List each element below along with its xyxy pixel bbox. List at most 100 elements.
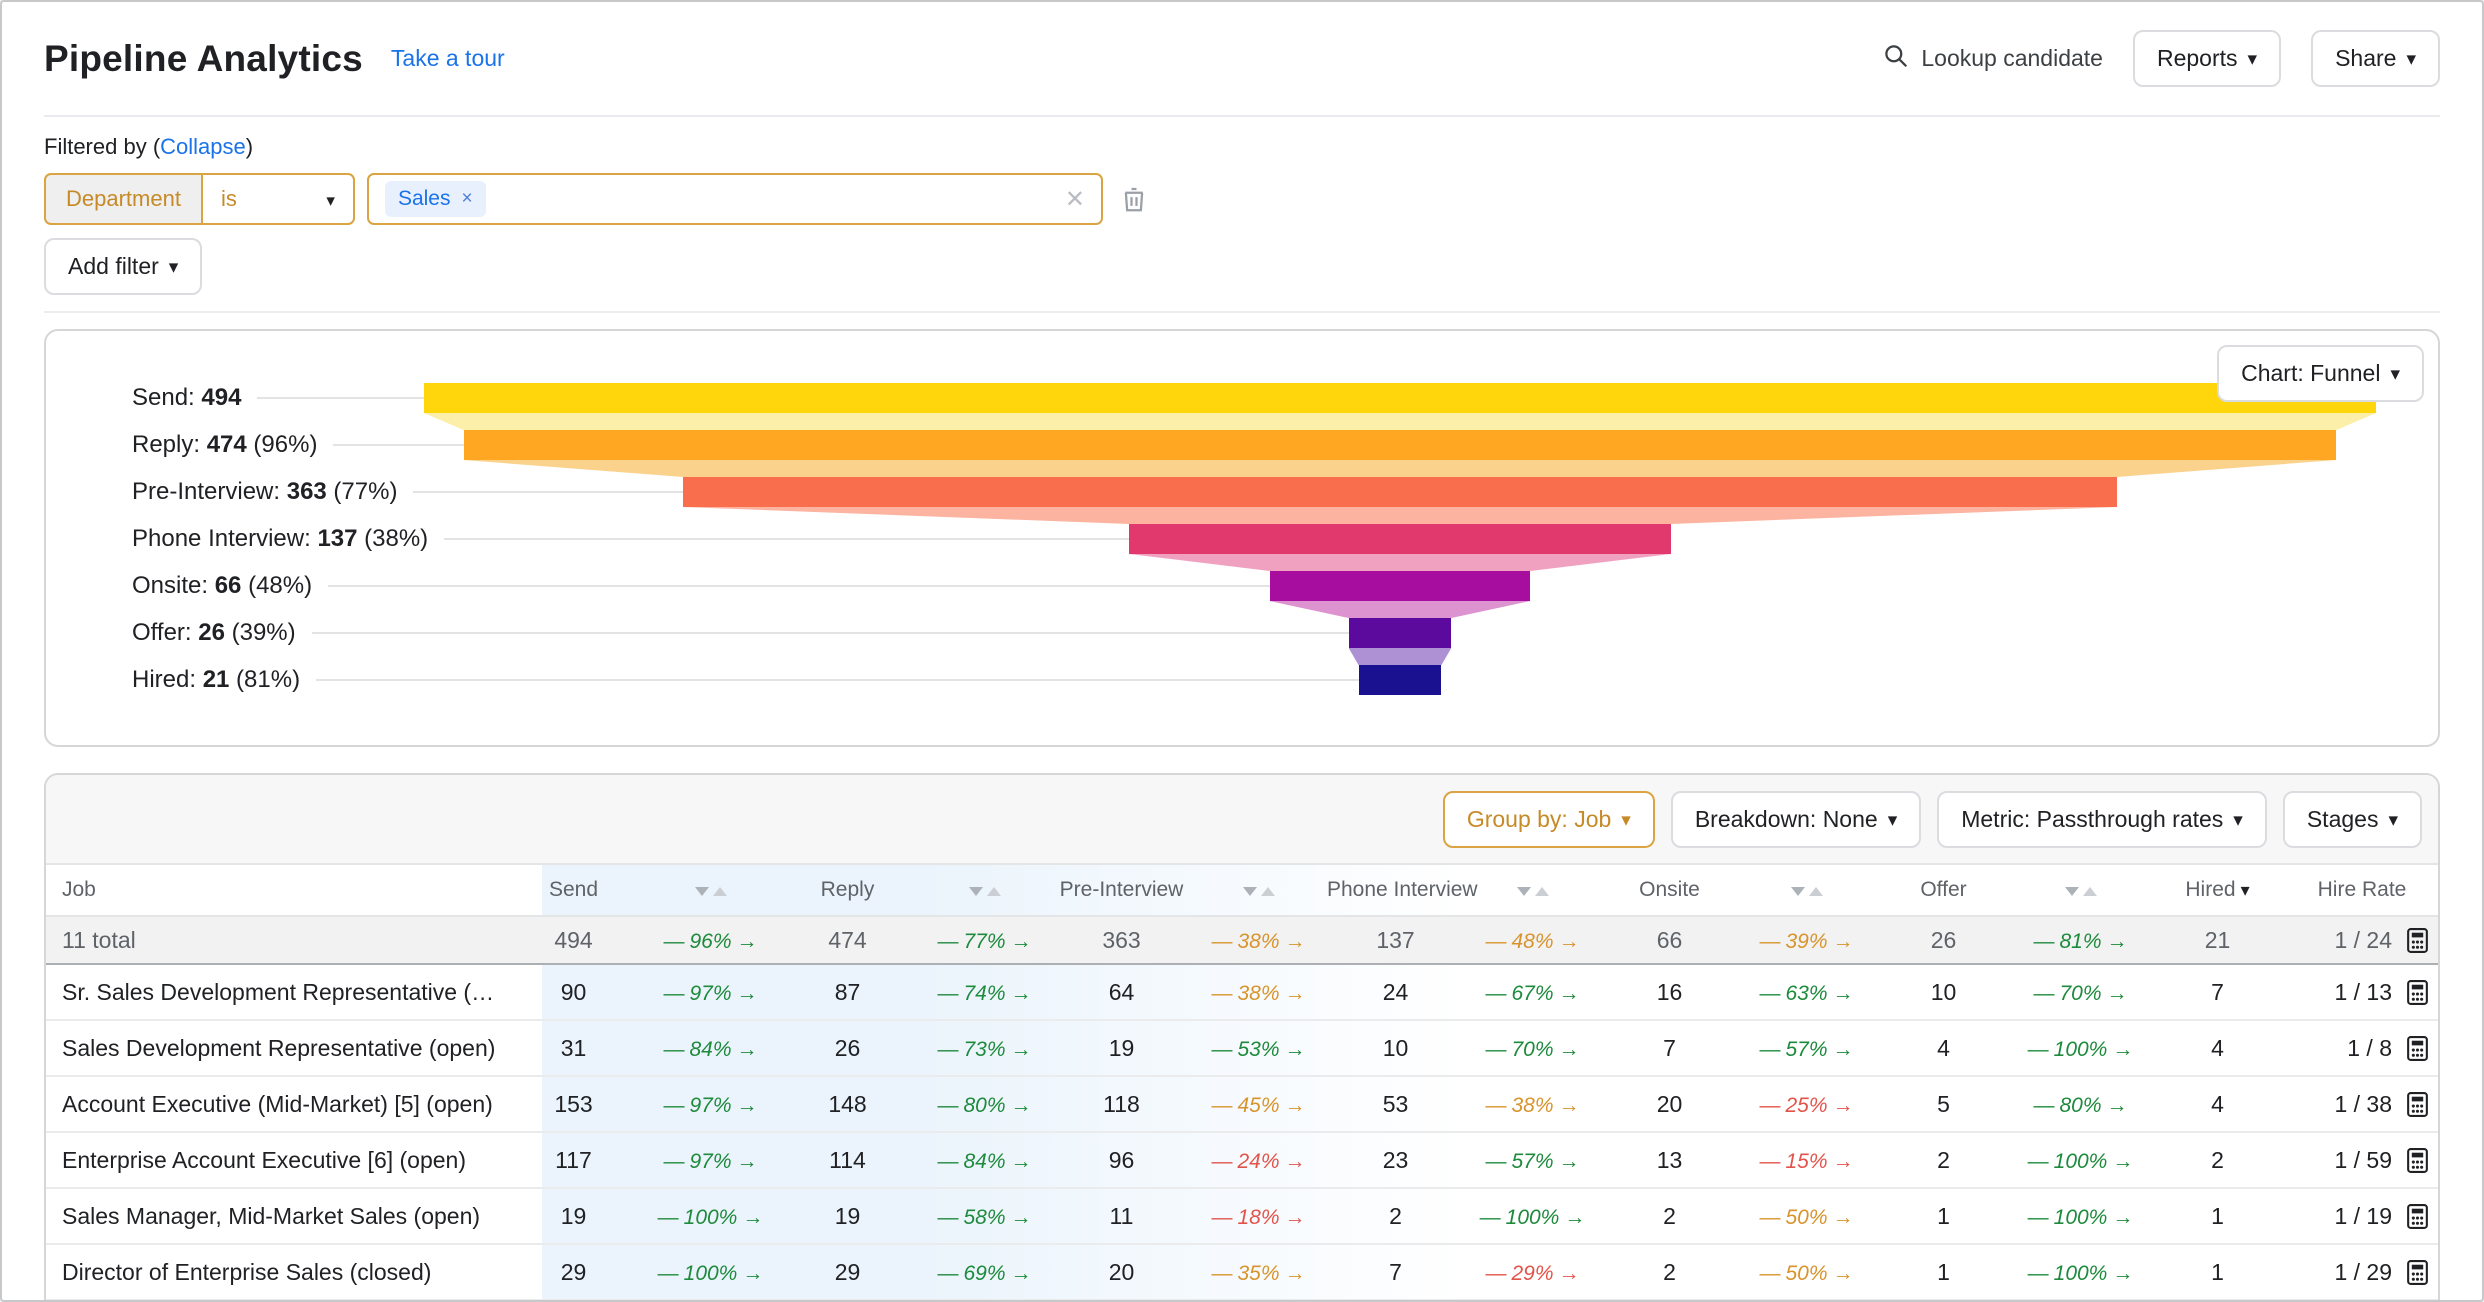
sort-desc-icon bbox=[1791, 887, 1805, 896]
stage-count-cell: 1 bbox=[1875, 1259, 2012, 1286]
job-cell: Sales Development Representative (open) bbox=[46, 1035, 505, 1062]
passthrough-cell: —50%→ bbox=[1738, 1259, 1875, 1286]
passthrough-cell: —45%→ bbox=[1190, 1091, 1327, 1118]
column-header-offer[interactable]: Offer bbox=[1875, 878, 2012, 902]
lookup-candidate-button[interactable]: Lookup candidate bbox=[1882, 42, 2103, 75]
column-header-onsite[interactable]: Onsite bbox=[1601, 878, 1738, 902]
job-cell: Sr. Sales Development Representative (op… bbox=[46, 979, 505, 1006]
funnel-bar-offer[interactable] bbox=[1349, 618, 1452, 648]
stage-count-cell: 19 bbox=[1053, 1035, 1190, 1062]
filter-operator-dropdown[interactable]: is ▾ bbox=[203, 173, 355, 225]
passthrough-cell: —63%→ bbox=[1738, 979, 1875, 1006]
stages-dropdown[interactable]: Stages ▾ bbox=[2283, 791, 2422, 848]
filter-field-selector[interactable]: Department bbox=[44, 173, 203, 225]
leader-line bbox=[328, 585, 1270, 587]
group-by-dropdown[interactable]: Group by: Job ▾ bbox=[1443, 791, 1655, 848]
collapse-link[interactable]: Collapse bbox=[160, 134, 246, 159]
remove-chip-icon[interactable]: × bbox=[461, 188, 472, 210]
calculator-icon[interactable] bbox=[2405, 1203, 2430, 1230]
calculator-icon[interactable] bbox=[2405, 979, 2430, 1006]
job-cell: Sales Manager, Mid-Market Sales (open) bbox=[46, 1203, 505, 1230]
passthrough-cell: —24%→ bbox=[1190, 1147, 1327, 1174]
passthrough-cell: —58%→ bbox=[916, 1203, 1053, 1230]
calculator-icon[interactable] bbox=[2405, 1147, 2430, 1174]
sort-desc-icon bbox=[1517, 887, 1531, 896]
column-header-hire-rate[interactable]: Hire Rate bbox=[2286, 878, 2438, 902]
column-header-reply[interactable]: Reply bbox=[779, 878, 916, 902]
stage-count-cell: 10 bbox=[1875, 979, 2012, 1006]
calculator-icon[interactable] bbox=[2405, 1091, 2430, 1118]
table-row[interactable]: Sales Development Representative (open)3… bbox=[46, 1021, 2438, 1077]
lookup-candidate-label: Lookup candidate bbox=[1921, 45, 2103, 72]
stage-count-cell: 153 bbox=[505, 1091, 642, 1118]
sort-toggle[interactable] bbox=[1738, 887, 1875, 896]
clear-filter-icon[interactable]: ✕ bbox=[1065, 185, 1085, 214]
stage-count-cell: 2 bbox=[1601, 1259, 1738, 1286]
stage-count-cell: 148 bbox=[779, 1091, 916, 1118]
column-header-pre-interview[interactable]: Pre-Interview bbox=[1053, 878, 1190, 902]
metric-dropdown[interactable]: Metric: Passthrough rates ▾ bbox=[1937, 791, 2267, 848]
share-button[interactable]: Share ▾ bbox=[2311, 30, 2440, 87]
chart-type-dropdown[interactable]: Chart: Funnel ▾ bbox=[2217, 345, 2424, 402]
delete-filter-button[interactable] bbox=[1119, 173, 1149, 225]
table-row[interactable]: Sales Manager, Mid-Market Sales (open)19… bbox=[46, 1189, 2438, 1245]
funnel-bar-send[interactable] bbox=[424, 383, 2376, 413]
sort-toggle[interactable] bbox=[642, 887, 779, 896]
stage-count-cell: 363 bbox=[1053, 927, 1190, 954]
sort-toggle[interactable] bbox=[2012, 887, 2149, 896]
hire-rate-cell: 1 / 8 bbox=[2286, 1035, 2438, 1062]
passthrough-cell: —73%→ bbox=[916, 1035, 1053, 1062]
funnel-bar-reply[interactable] bbox=[464, 430, 2337, 460]
calculator-icon[interactable] bbox=[2405, 1035, 2430, 1062]
table-row[interactable]: Account Executive (Mid-Market) [5] (open… bbox=[46, 1077, 2438, 1133]
column-header-phone-interview[interactable]: Phone Interview bbox=[1327, 878, 1464, 902]
stage-count-cell: 114 bbox=[779, 1147, 916, 1174]
funnel-bar-onsite[interactable] bbox=[1270, 571, 1531, 601]
calculator-icon[interactable] bbox=[2405, 927, 2430, 954]
stage-count-cell: 10 bbox=[1327, 1035, 1464, 1062]
pipeline-table-card: Group by: Job ▾ Breakdown: None ▾ Metric… bbox=[44, 773, 2440, 1302]
sort-toggle[interactable] bbox=[1464, 887, 1601, 896]
column-header-job[interactable]: Job bbox=[46, 878, 505, 902]
stage-count-cell: 11 bbox=[1053, 1203, 1190, 1230]
table-row[interactable]: Enterprise Account Executive [6] (open)1… bbox=[46, 1133, 2438, 1189]
calculator-icon[interactable] bbox=[2405, 1259, 2430, 1286]
column-header-hired[interactable]: Hired▾ bbox=[2149, 878, 2286, 902]
table-row[interactable]: Sr. Sales Development Representative (op… bbox=[46, 965, 2438, 1021]
leader-line bbox=[444, 538, 1129, 540]
table-row[interactable]: Director of Enterprise Sales (closed)29—… bbox=[46, 1245, 2438, 1301]
page-title: Pipeline Analytics bbox=[44, 38, 363, 80]
trash-icon bbox=[1119, 183, 1149, 215]
add-filter-button[interactable]: Add filter ▾ bbox=[44, 238, 202, 295]
stage-count-cell: 26 bbox=[779, 1035, 916, 1062]
funnel-bar-phone-interview[interactable] bbox=[1129, 524, 1670, 554]
stage-count-cell: 1 bbox=[2149, 1259, 2286, 1286]
column-header-send[interactable]: Send bbox=[505, 878, 642, 902]
filtered-by-label: Filtered by (Collapse) bbox=[44, 133, 2440, 161]
sort-toggle[interactable] bbox=[916, 887, 1053, 896]
hire-rate-cell: 1 / 29 bbox=[2286, 1259, 2438, 1286]
sort-asc-icon bbox=[713, 887, 727, 896]
funnel-stage-label: Hired: 21 (81%) bbox=[132, 666, 300, 694]
table-total-row[interactable]: 11 total494—96%→474—77%→363—38%→137—48%→… bbox=[46, 915, 2438, 965]
stage-count-cell: 20 bbox=[1601, 1091, 1738, 1118]
funnel-stage-label: Phone Interview: 137 (38%) bbox=[132, 525, 428, 553]
passthrough-cell: —18%→ bbox=[1190, 1203, 1327, 1230]
filter-value-input[interactable]: Sales × ✕ bbox=[367, 173, 1103, 225]
passthrough-cell: —100%→ bbox=[642, 1259, 779, 1286]
passthrough-cell: —80%→ bbox=[916, 1091, 1053, 1118]
funnel-bar-pre-interview[interactable] bbox=[683, 477, 2117, 507]
sort-toggle[interactable] bbox=[1190, 887, 1327, 896]
filter-section: Filtered by (Collapse) Department is ▾ S… bbox=[44, 117, 2440, 313]
reports-button[interactable]: Reports ▾ bbox=[2133, 30, 2281, 87]
passthrough-cell: —100%→ bbox=[2012, 1147, 2149, 1174]
funnel-connector bbox=[1129, 554, 1670, 571]
passthrough-cell: —50%→ bbox=[1738, 1203, 1875, 1230]
breakdown-dropdown[interactable]: Breakdown: None ▾ bbox=[1671, 791, 1921, 848]
passthrough-cell: —84%→ bbox=[916, 1147, 1053, 1174]
funnel-stage-label: Pre-Interview: 363 (77%) bbox=[132, 478, 397, 506]
funnel-stage-label: Send: 494 bbox=[132, 384, 241, 412]
take-a-tour-link[interactable]: Take a tour bbox=[391, 45, 505, 72]
chevron-down-icon: ▾ bbox=[1621, 811, 1631, 830]
funnel-bar-hired[interactable] bbox=[1359, 665, 1442, 695]
